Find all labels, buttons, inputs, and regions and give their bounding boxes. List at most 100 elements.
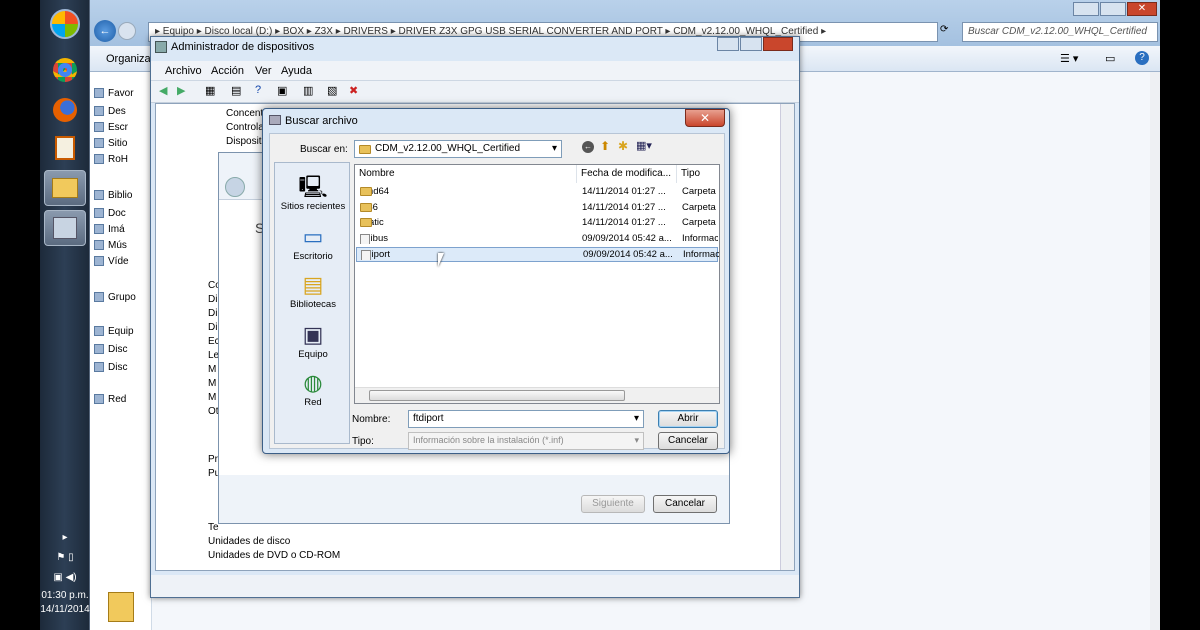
nav-item[interactable]: Grupo	[94, 292, 136, 303]
place-desktop[interactable]: ▭ Escritorio	[275, 223, 351, 262]
devmgr-scrollbar[interactable]	[780, 104, 794, 570]
update-driver-icon[interactable]: ▤	[231, 84, 241, 97]
taskbar-devmgr[interactable]	[44, 210, 86, 246]
organize-button[interactable]: Organizar	[106, 53, 154, 65]
taskbar-firefox[interactable]	[44, 92, 86, 128]
tree-item[interactable]: Ot	[208, 406, 219, 417]
nav-item[interactable]: RoH	[94, 154, 128, 165]
close-icon[interactable]: ✕	[685, 109, 725, 127]
nav-item[interactable]: Equip	[94, 326, 134, 337]
forward-arrow-icon[interactable]	[118, 22, 136, 40]
nav-item[interactable]: Des	[94, 106, 126, 117]
clock-date[interactable]: 14/11/2014	[40, 604, 90, 615]
uninstall-icon[interactable]: ✖	[349, 84, 358, 97]
place-computer[interactable]: ▣ Equipo	[275, 321, 351, 360]
devmgr-maximize-button[interactable]	[740, 37, 762, 51]
siguiente-button[interactable]: Siguiente	[581, 495, 645, 513]
tree-item[interactable]: Di	[208, 308, 217, 319]
column-header-date[interactable]: Fecha de modifica...	[577, 165, 677, 183]
nav-item[interactable]: Imá	[94, 224, 125, 235]
menu-ayuda[interactable]: Ayuda	[281, 65, 312, 77]
column-header-name[interactable]: Nombre	[355, 165, 577, 183]
nav-item[interactable]: Escr	[94, 122, 128, 133]
devmgr-minimize-button[interactable]	[717, 37, 739, 51]
nav-item[interactable]: Red	[94, 394, 126, 405]
properties-icon[interactable]: ▦	[205, 84, 215, 97]
nav-item[interactable]: Víde	[94, 256, 129, 267]
wizard-cancel-button[interactable]: Cancelar	[653, 495, 717, 513]
new-folder-icon[interactable]: ✱	[618, 139, 628, 153]
tree-item[interactable]: M	[208, 378, 216, 389]
nav-item[interactable]: Disc	[94, 362, 127, 373]
tree-item[interactable]: Di	[208, 294, 217, 305]
tree-item[interactable]: Pr	[208, 454, 218, 465]
taskbar-chrome[interactable]	[44, 52, 86, 88]
tree-item-dvd[interactable]: Unidades de DVD o CD-ROM	[208, 550, 340, 561]
menu-archivo[interactable]: Archivo	[165, 65, 202, 77]
filename-input[interactable]: ftdiport ▾	[408, 410, 644, 428]
view-menu-icon[interactable]: ▦▾	[636, 139, 652, 152]
horizontal-scrollbar[interactable]	[355, 387, 719, 403]
place-recent[interactable]: 🖳 Sitios recientes	[275, 173, 351, 212]
back-icon[interactable]: ←	[582, 141, 594, 153]
tree-item[interactable]: M	[208, 392, 216, 403]
tree-item-disks[interactable]: Unidades de disco	[208, 536, 290, 547]
explorer-scrollbar[interactable]	[1150, 72, 1160, 630]
place-network[interactable]: ◍ Red	[275, 369, 351, 408]
open-button[interactable]: Abrir	[658, 410, 718, 428]
lookin-combo[interactable]: CDM_v2.12.00_WHQL_Certified ▾	[354, 140, 562, 158]
nav-item[interactable]: Biblio	[94, 190, 132, 201]
back-arrow-icon[interactable]: ◀	[159, 84, 167, 97]
help-icon[interactable]: ?	[255, 84, 261, 96]
column-header-type[interactable]: Tipo	[677, 165, 719, 183]
clock-time[interactable]: 01:30 p.m.	[40, 590, 90, 601]
tree-item[interactable]: Te	[208, 522, 219, 533]
tree-item[interactable]: Di	[208, 322, 217, 333]
place-libraries[interactable]: ▤ Bibliotecas	[275, 271, 351, 310]
nav-item[interactable]: Favor	[94, 88, 134, 99]
tree-item[interactable]: Concentr	[226, 108, 267, 119]
menu-accion[interactable]: Acción	[211, 65, 244, 77]
tray-arrow-icon[interactable]: ▸	[40, 532, 90, 543]
refresh-icon[interactable]: ⟳	[940, 24, 948, 35]
file-row[interactable]: i386 14/11/2014 01:27 ... Carpeta d	[356, 201, 718, 216]
back-arrow-icon[interactable]: ←	[94, 20, 116, 42]
tray-icons[interactable]: ⚑ ▯	[40, 552, 90, 563]
wizard-back-icon[interactable]	[225, 177, 245, 197]
file-row[interactable]: ftdibus 09/09/2014 05:42 a... Informaci	[356, 232, 718, 247]
cancel-button[interactable]: Cancelar	[658, 432, 718, 450]
start-button[interactable]	[44, 6, 86, 42]
minimize-button[interactable]	[1073, 2, 1099, 16]
maximize-button[interactable]	[1100, 2, 1126, 16]
taskbar-app[interactable]	[44, 130, 86, 166]
filetype-select[interactable]: Información sobre la instalación (*.inf)…	[408, 432, 644, 450]
forward-arrow-icon[interactable]: ▶	[177, 84, 185, 97]
search-input[interactable]: Buscar CDM_v2.12.00_WHQL_Certified	[962, 22, 1158, 42]
file-row[interactable]: amd64 14/11/2014 01:27 ... Carpeta d	[356, 185, 718, 200]
nav-item-label: Escr	[108, 122, 128, 133]
file-row[interactable]: Static 14/11/2014 01:27 ... Carpeta d	[356, 216, 718, 231]
document-icon	[94, 208, 104, 218]
close-icon[interactable]: ✕	[1127, 2, 1157, 16]
devmgr-close-button[interactable]	[763, 37, 793, 51]
nav-item[interactable]: Mús	[94, 240, 127, 251]
scan-icon[interactable]: ▣	[277, 84, 287, 97]
tree-item[interactable]: Dispositi	[226, 136, 264, 147]
tree-item[interactable]: M	[208, 364, 216, 375]
up-folder-icon[interactable]: ⬆	[600, 139, 610, 153]
tree-item[interactable]: Controla	[226, 122, 264, 133]
help-icon[interactable]: ?	[1135, 51, 1149, 65]
name-label: Nombre:	[352, 414, 391, 425]
preview-pane-icon[interactable]: ▭	[1105, 52, 1115, 65]
taskbar-explorer[interactable]	[44, 170, 86, 206]
disable-icon[interactable]: ▧	[327, 84, 337, 97]
view-icon[interactable]: ☰ ▾	[1060, 52, 1078, 65]
tray-icons-2[interactable]: ▣ ◀)	[40, 572, 90, 583]
hardware-icon[interactable]: ▥	[303, 84, 313, 97]
nav-item[interactable]: Sitio	[94, 138, 127, 149]
file-row[interactable]: ftdiport 09/09/2014 05:42 a... Informaci	[356, 247, 719, 262]
nav-item[interactable]: Doc	[94, 208, 126, 219]
scroll-thumb[interactable]	[369, 390, 625, 401]
menu-ver[interactable]: Ver	[255, 65, 272, 77]
nav-item[interactable]: Disc	[94, 344, 127, 355]
